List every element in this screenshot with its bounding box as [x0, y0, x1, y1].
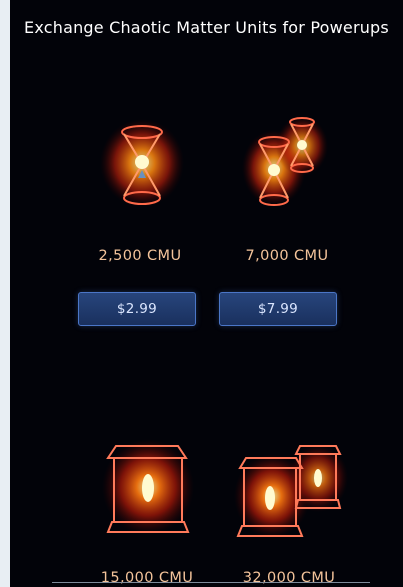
store-panel: Exchange Chaotic Matter Units for Poweru…: [10, 0, 403, 587]
pack-2-buy-button[interactable]: $7.99: [219, 292, 337, 326]
pack-2-amount: 7,000 CMU: [245, 248, 329, 264]
double-lantern-canister-icon[interactable]: [232, 438, 352, 548]
large-lantern-canister-icon[interactable]: [90, 432, 210, 542]
double-hourglass-canister-icon[interactable]: [230, 112, 350, 222]
pack-1-buy-button[interactable]: $2.99: [78, 292, 196, 326]
single-hourglass-canister-icon[interactable]: [82, 118, 202, 228]
pack-4-amount: 32,000 CMU: [242, 570, 336, 586]
divider: [52, 582, 370, 583]
pack-1-amount: 2,500 CMU: [98, 248, 182, 264]
store-title: Exchange Chaotic Matter Units for Poweru…: [24, 18, 389, 37]
pack-3-amount: 15,000 CMU: [100, 570, 194, 586]
